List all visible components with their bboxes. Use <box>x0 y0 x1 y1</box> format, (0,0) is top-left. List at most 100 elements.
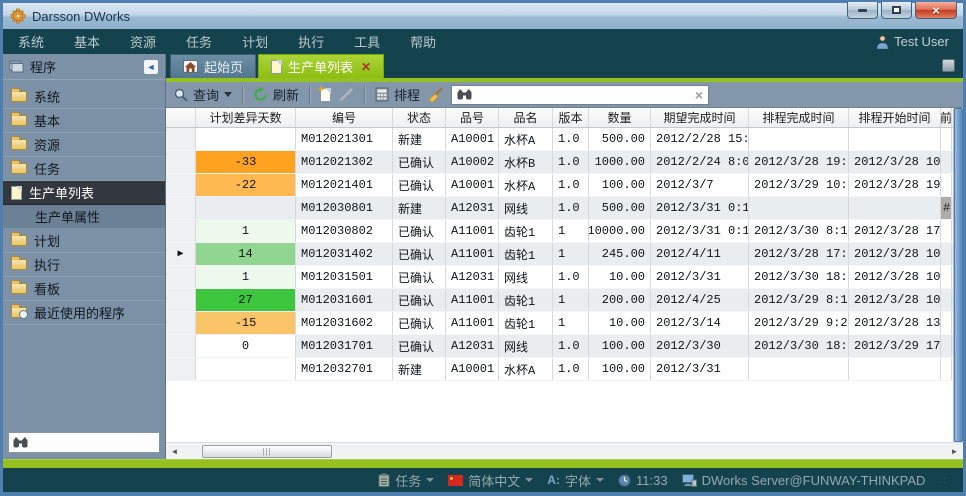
cell-extra <box>941 151 952 173</box>
table-row[interactable]: 1M012030802已确认A11001齿轮1110000.002012/3/3… <box>166 220 953 243</box>
refresh-button[interactable]: 刷新 <box>253 85 299 104</box>
scroll-right-icon[interactable]: ► <box>946 443 963 460</box>
cell-extra <box>941 289 952 311</box>
tab-production-order-list-label: 生产单列表 <box>288 57 353 76</box>
row-selector-cell[interactable] <box>166 289 196 311</box>
menu-execute[interactable]: 执行 <box>283 28 339 55</box>
menu-help[interactable]: 帮助 <box>395 28 451 55</box>
column-header-item_no[interactable]: 品号 <box>446 108 499 127</box>
minimize-button[interactable] <box>847 2 878 19</box>
column-header-qty[interactable]: 数量 <box>589 108 651 127</box>
close-button[interactable]: × <box>915 2 957 19</box>
row-selector-cell[interactable] <box>166 151 196 173</box>
menu-plan[interactable]: 计划 <box>227 28 283 55</box>
user-menu[interactable]: Test User <box>876 34 949 49</box>
sidebar-item-label: 生产单列表 <box>29 183 94 202</box>
vertical-scrollbar-thumb[interactable] <box>954 108 963 442</box>
statusbar-task[interactable]: 任务 <box>378 471 434 490</box>
column-header-extra[interactable]: 前 <box>941 108 952 127</box>
chevron-down-icon <box>525 478 533 482</box>
cell-qty: 10000.00 <box>589 220 651 242</box>
sidebar-item-3[interactable]: 任务 <box>3 157 165 181</box>
table-row[interactable]: M012030801新建A12031网线1.0500.002012/3/31 0… <box>166 197 953 220</box>
table-row[interactable]: 27M012031601已确认A11001齿轮11200.002012/4/25… <box>166 289 953 312</box>
table-row[interactable]: -15M012031602已确认A11001齿轮1110.002012/3/14… <box>166 312 953 335</box>
pin-icon[interactable] <box>942 59 955 72</box>
pencil-icon[interactable] <box>338 87 354 103</box>
production-order-grid: 计划差异天数编号状态品号品名版本数量期望完成时间排程完成时间排程开始时间前 M0… <box>166 108 963 442</box>
cell-item_name: 水杯B <box>499 151 553 173</box>
row-selector-cell[interactable] <box>166 266 196 288</box>
menubar: 系统 基本 资源 任务 计划 执行 工具 帮助 Test User <box>3 29 963 54</box>
resize-grip-icon[interactable]: .: <box>939 475 947 486</box>
sidebar-item-7[interactable]: 执行 <box>3 253 165 277</box>
table-row[interactable]: -33M012021302已确认A10002水杯B1.01000.002012/… <box>166 151 953 174</box>
cell-diff: 1 <box>196 220 296 242</box>
menu-task[interactable]: 任务 <box>171 28 227 55</box>
new-document-icon[interactable] <box>320 88 331 102</box>
sidebar-item-8[interactable]: 看板 <box>3 277 165 301</box>
statusbar-time: 11:33 <box>636 473 668 488</box>
sidebar-item-9[interactable]: 最近使用的程序 <box>3 301 165 325</box>
cell-expected_finish: 2012/4/25 <box>651 289 749 311</box>
row-selector-cell[interactable]: ▶ <box>166 243 196 265</box>
table-row[interactable]: 1M012031501已确认A12031网线1.010.002012/3/312… <box>166 266 953 289</box>
row-selector-cell[interactable] <box>166 128 196 150</box>
cell-version: 1 <box>553 289 589 311</box>
tab-home[interactable]: 起始页 <box>170 54 256 78</box>
sidebar-item-4[interactable]: 生产单列表 <box>3 181 165 205</box>
table-row[interactable]: ▶14M012031402已确认A11001齿轮11245.002012/4/1… <box>166 243 953 266</box>
sidebar-collapse-button[interactable]: ◄ <box>143 59 159 75</box>
column-header-version[interactable]: 版本 <box>553 108 589 127</box>
schedule-button[interactable]: 排程 <box>375 85 420 104</box>
horizontal-scrollbar-thumb[interactable]: ||| <box>202 445 332 458</box>
gear-icon <box>10 8 26 24</box>
column-header-item_name[interactable]: 品名 <box>499 108 553 127</box>
row-selector-cell[interactable] <box>166 174 196 196</box>
sidebar-item-6[interactable]: 计划 <box>3 229 165 253</box>
column-header-expected_finish[interactable]: 期望完成时间 <box>651 108 749 127</box>
row-selector-cell[interactable] <box>166 197 196 219</box>
toolbar-search-clear-icon[interactable]: × <box>695 89 703 101</box>
menu-tools[interactable]: 工具 <box>339 28 395 55</box>
column-header-diff[interactable]: 计划差异天数 <box>196 108 296 127</box>
query-dropdown-icon[interactable] <box>224 92 232 97</box>
statusbar-language[interactable]: 简体中文 <box>448 471 533 490</box>
sidebar-item-1[interactable]: 基本 <box>3 109 165 133</box>
vertical-scrollbar[interactable] <box>953 108 963 442</box>
row-selector-cell[interactable] <box>166 335 196 357</box>
folder-icon <box>11 259 27 270</box>
cell-diff: 14 <box>196 243 296 265</box>
cell-status: 新建 <box>393 197 446 219</box>
scroll-left-icon[interactable]: ◄ <box>166 443 183 460</box>
column-header-status[interactable]: 状态 <box>393 108 446 127</box>
row-selector-cell[interactable] <box>166 358 196 380</box>
sidebar-item-2[interactable]: 资源 <box>3 133 165 157</box>
menu-system[interactable]: 系统 <box>3 28 59 55</box>
statusbar-font[interactable]: A: 字体 <box>547 471 604 490</box>
table-row[interactable]: 0M012031701已确认A12031网线1.0100.002012/3/30… <box>166 335 953 358</box>
column-header-marker[interactable] <box>166 108 196 127</box>
tab-production-order-list[interactable]: 生产单列表 ✕ <box>258 54 384 78</box>
toolbar-search-input[interactable] <box>477 87 690 103</box>
column-header-sched_finish[interactable]: 排程完成时间 <box>749 108 849 127</box>
sidebar-item-0[interactable]: 系统 <box>3 85 165 109</box>
row-selector-cell[interactable] <box>166 312 196 334</box>
query-button[interactable]: 查询 <box>174 85 232 104</box>
broom-icon[interactable] <box>427 87 444 103</box>
column-header-sched_start[interactable]: 排程开始时间 <box>849 108 941 127</box>
sidebar-item-5[interactable]: 生产单属性 <box>3 205 165 229</box>
table-row[interactable]: -22M012021401已确认A10001水杯A1.0100.002012/3… <box>166 174 953 197</box>
horizontal-scrollbar[interactable]: ◄ ► ||| <box>166 442 963 459</box>
tab-close-icon[interactable]: ✕ <box>361 60 371 74</box>
restore-button[interactable] <box>881 2 912 19</box>
column-header-id[interactable]: 编号 <box>296 108 393 127</box>
cell-version: 1 <box>553 243 589 265</box>
menu-basic[interactable]: 基本 <box>59 28 115 55</box>
cell-qty: 100.00 <box>589 335 651 357</box>
row-selector-cell[interactable] <box>166 220 196 242</box>
cell-item_no: A11001 <box>446 312 499 334</box>
table-row[interactable]: M012032701新建A10001水杯A1.0100.002012/3/31 <box>166 358 953 381</box>
menu-resource[interactable]: 资源 <box>115 28 171 55</box>
table-row[interactable]: M012021301新建A10001水杯A1.0500.002012/2/28 … <box>166 128 953 151</box>
